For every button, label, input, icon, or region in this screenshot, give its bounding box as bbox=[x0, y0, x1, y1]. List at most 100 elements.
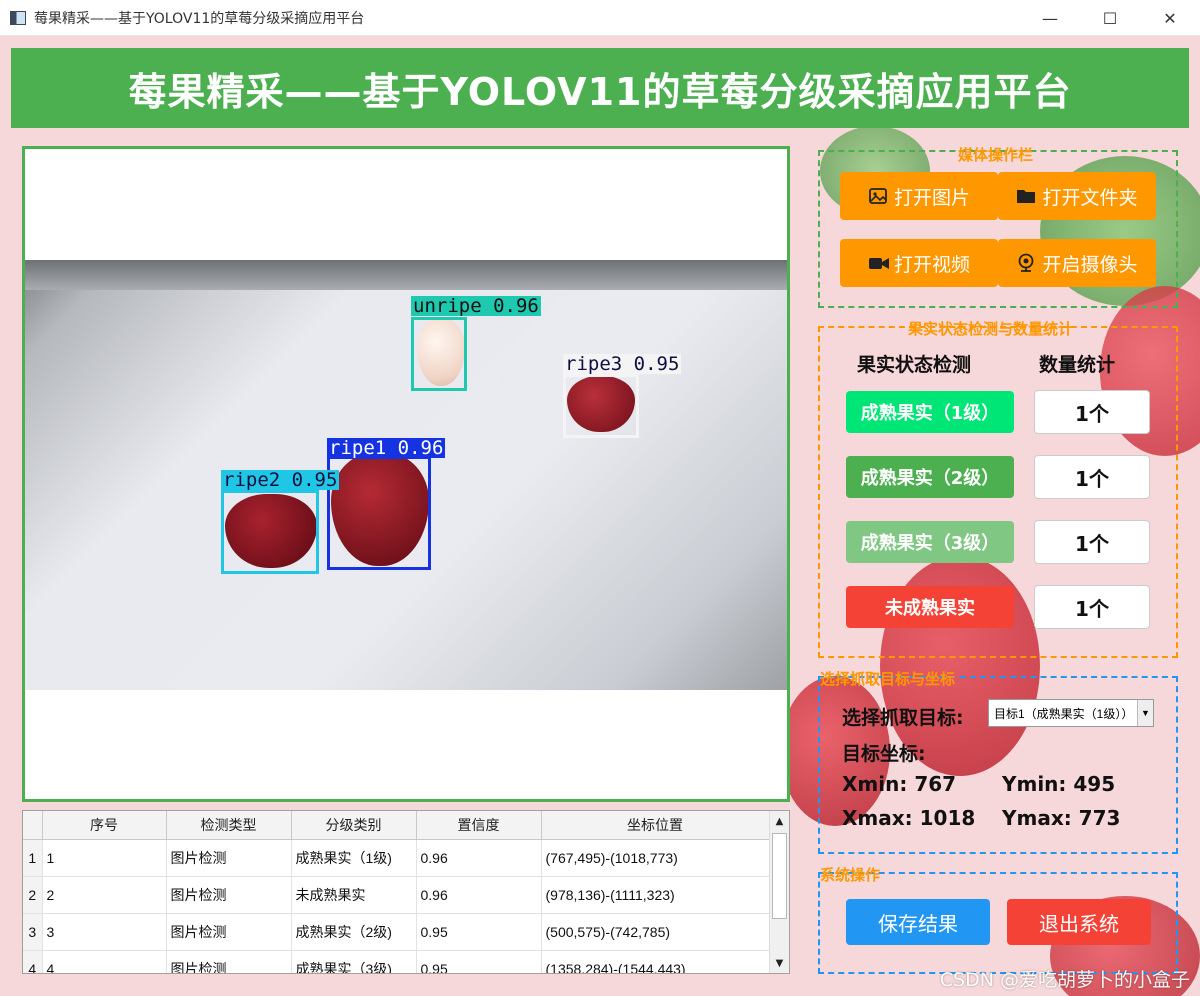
scroll-up-icon[interactable]: ▲ bbox=[770, 811, 789, 831]
open-image-button[interactable]: 打开图片 bbox=[840, 172, 998, 220]
results-table[interactable]: 序号 检测类型 分级类别 置信度 坐标位置 1 1 图片检测 成熟果实（1级) … bbox=[22, 810, 790, 974]
cell-type[interactable]: 图片检测 bbox=[166, 950, 292, 973]
ymax-value: Ymax: 773 bbox=[1002, 806, 1121, 830]
table-row[interactable]: 2 2 图片检测 未成熟果实 0.96 (978,136)-(1111,323) bbox=[23, 876, 770, 914]
save-results-button[interactable]: 保存结果 bbox=[846, 899, 990, 945]
cell-confidence[interactable]: 0.96 bbox=[416, 876, 542, 914]
results-table-grid: 序号 检测类型 分级类别 置信度 坐标位置 1 1 图片检测 成熟果实（1级) … bbox=[23, 811, 770, 973]
grade-1-badge: 成熟果实（1级） bbox=[846, 391, 1014, 433]
cell-type[interactable]: 图片检测 bbox=[166, 839, 292, 877]
cell-confidence[interactable]: 0.96 bbox=[416, 839, 542, 877]
stats-panel-title: 果实状态检测与数量统计 bbox=[908, 320, 1074, 338]
detection-label-unripe: unripe 0.96 bbox=[411, 295, 541, 317]
cell-id[interactable]: 4 bbox=[42, 950, 167, 973]
detection-box-ripe2 bbox=[221, 490, 319, 574]
cell-coords[interactable]: (500,575)-(742,785) bbox=[541, 913, 770, 951]
column-header-coords[interactable]: 坐标位置 bbox=[541, 811, 770, 840]
table-header-row: 序号 检测类型 分级类别 置信度 坐标位置 bbox=[23, 811, 770, 840]
app-client-area: 莓果精采——基于YOLOV11的草莓分级采摘应用平台 unripe 0.96 r… bbox=[0, 36, 1200, 996]
open-folder-button[interactable]: 打开文件夹 bbox=[998, 172, 1156, 220]
count-column-header: 数量统计 bbox=[1039, 354, 1116, 376]
webcam-icon bbox=[1016, 253, 1036, 273]
minimize-button[interactable]: — bbox=[1020, 0, 1080, 36]
detection-label-ripe1: ripe1 0.96 bbox=[327, 437, 446, 459]
open-video-button[interactable]: 打开视频 bbox=[840, 239, 998, 287]
detection-image: unripe 0.96 ripe3 0.95 ripe1 0.96 ripe2 … bbox=[25, 260, 787, 690]
table-corner bbox=[23, 811, 43, 840]
cell-coords[interactable]: (1358,284)-(1544,443) bbox=[541, 950, 770, 973]
exit-system-button[interactable]: 退出系统 bbox=[1007, 899, 1151, 945]
grade-1-count: 1个 bbox=[1034, 390, 1150, 434]
detection-box-ripe1 bbox=[327, 456, 431, 570]
csdn-watermark: CSDN @爱吃胡萝卜的小盒子 bbox=[939, 969, 1190, 991]
video-camera-icon bbox=[868, 253, 889, 273]
xmin-value: Xmin: 767 bbox=[842, 772, 957, 796]
table-scrollbar[interactable]: ▲ ▼ bbox=[769, 811, 789, 973]
scroll-down-icon[interactable]: ▼ bbox=[770, 953, 789, 973]
target-coords-label: 目标坐标: bbox=[842, 743, 926, 765]
grade-2-count: 1个 bbox=[1034, 455, 1150, 499]
table-row[interactable]: 3 3 图片检测 成熟果实（2级) 0.95 (500,575)-(742,78… bbox=[23, 913, 770, 951]
cell-coords[interactable]: (978,136)-(1111,323) bbox=[541, 876, 770, 914]
window-controls: — ☐ ✕ bbox=[1020, 0, 1200, 36]
open-camera-button[interactable]: 开启摄像头 bbox=[998, 239, 1156, 287]
column-header-id[interactable]: 序号 bbox=[42, 811, 167, 840]
cell-confidence[interactable]: 0.95 bbox=[416, 913, 542, 951]
cell-grade[interactable]: 成熟果实（1级) bbox=[291, 839, 417, 877]
detection-label-ripe3: ripe3 0.95 bbox=[563, 353, 682, 375]
system-panel-title: 系统操作 bbox=[820, 866, 881, 884]
window-titlebar: 莓果精采——基于YOLOV11的草莓分级采摘应用平台 — ☐ ✕ bbox=[0, 0, 1200, 36]
close-button[interactable]: ✕ bbox=[1140, 0, 1200, 36]
target-select[interactable]: 目标1（成熟果实（1级）） ▼ bbox=[988, 699, 1154, 727]
cell-id[interactable]: 2 bbox=[42, 876, 167, 914]
cell-type[interactable]: 图片检测 bbox=[166, 913, 292, 951]
cell-coords[interactable]: (767,495)-(1018,773) bbox=[541, 839, 770, 877]
cell-grade[interactable]: 成熟果实（3级) bbox=[291, 950, 417, 973]
open-image-label: 打开图片 bbox=[893, 186, 970, 209]
open-video-label: 打开视频 bbox=[893, 253, 970, 276]
grade-2-badge: 成熟果实（2级） bbox=[846, 456, 1014, 498]
grade-3-badge: 成熟果实（3级） bbox=[846, 521, 1014, 563]
row-number: 1 bbox=[23, 839, 43, 877]
detection-box-unripe bbox=[411, 317, 467, 391]
unripe-count: 1个 bbox=[1034, 585, 1150, 629]
media-display: unripe 0.96 ripe3 0.95 ripe1 0.96 ripe2 … bbox=[22, 146, 790, 802]
chevron-down-icon[interactable]: ▼ bbox=[1137, 700, 1153, 726]
grade-3-count: 1个 bbox=[1034, 520, 1150, 564]
media-panel-title: 媒体操作栏 bbox=[958, 146, 1034, 164]
cell-grade[interactable]: 未成熟果实 bbox=[291, 876, 417, 914]
scrollbar-thumb[interactable] bbox=[772, 833, 787, 919]
row-number: 2 bbox=[23, 876, 43, 914]
open-camera-label: 开启摄像头 bbox=[1042, 253, 1138, 276]
table-row[interactable]: 4 4 图片检测 成熟果实（3级) 0.95 (1358,284)-(1544,… bbox=[23, 950, 770, 973]
maximize-button[interactable]: ☐ bbox=[1080, 0, 1140, 36]
app-icon bbox=[10, 10, 26, 25]
cell-confidence[interactable]: 0.95 bbox=[416, 950, 542, 973]
target-panel-title: 选择抓取目标与坐标 bbox=[820, 670, 956, 688]
cell-id[interactable]: 1 bbox=[42, 839, 167, 877]
page-title: 莓果精采——基于YOLOV11的草莓分级采摘应用平台 bbox=[128, 69, 1072, 114]
cell-id[interactable]: 3 bbox=[42, 913, 167, 951]
cell-grade[interactable]: 成熟果实（2级) bbox=[291, 913, 417, 951]
row-number: 3 bbox=[23, 913, 43, 951]
target-select-label: 选择抓取目标: bbox=[842, 707, 964, 729]
column-header-grade[interactable]: 分级类别 bbox=[291, 811, 417, 840]
folder-icon bbox=[1016, 186, 1036, 206]
unripe-badge: 未成熟果实 bbox=[846, 586, 1014, 628]
table-row[interactable]: 1 1 图片检测 成熟果实（1级) 0.96 (767,495)-(1018,7… bbox=[23, 839, 770, 877]
state-column-header: 果实状态检测 bbox=[857, 354, 972, 376]
open-folder-label: 打开文件夹 bbox=[1042, 186, 1138, 209]
target-select-value: 目标1（成熟果实（1级）） bbox=[994, 706, 1134, 721]
cell-type[interactable]: 图片检测 bbox=[166, 876, 292, 914]
column-header-confidence[interactable]: 置信度 bbox=[416, 811, 542, 840]
xmax-value: Xmax: 1018 bbox=[842, 806, 976, 830]
image-background-edge bbox=[25, 260, 787, 290]
window-title: 莓果精采——基于YOLOV11的草莓分级采摘应用平台 bbox=[34, 10, 365, 27]
detection-label-ripe2: ripe2 0.95 bbox=[221, 469, 340, 491]
detection-box-ripe3 bbox=[563, 374, 639, 438]
image-icon bbox=[868, 186, 888, 206]
ymin-value: Ymin: 495 bbox=[1002, 772, 1116, 796]
app-header: 莓果精采——基于YOLOV11的草莓分级采摘应用平台 bbox=[11, 48, 1189, 128]
column-header-type[interactable]: 检测类型 bbox=[166, 811, 292, 840]
row-number: 4 bbox=[23, 950, 43, 973]
